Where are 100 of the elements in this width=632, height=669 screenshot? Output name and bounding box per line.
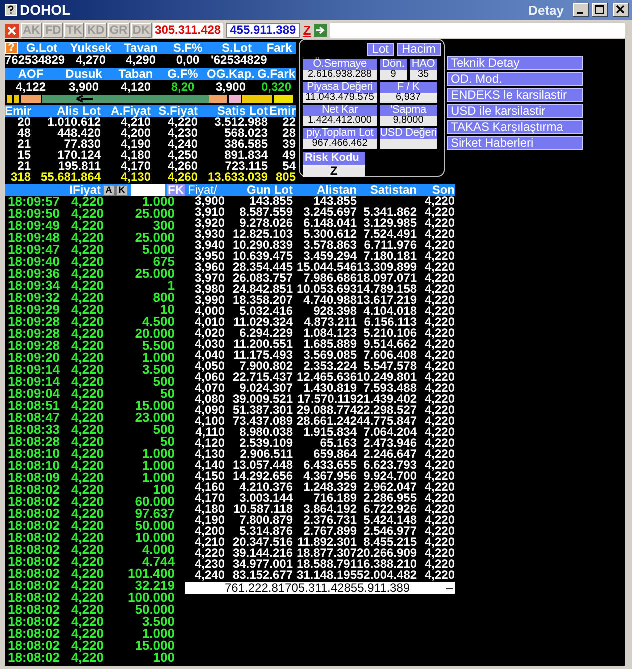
table-cell-text: 9.514.662 — [362, 339, 417, 350]
menu-item[interactable]: Sirket Haberleri — [447, 136, 583, 150]
table-cell: 18.097.071 — [357, 273, 417, 284]
table-cell-text: 4.740.988 — [304, 295, 357, 306]
close-icon[interactable] — [613, 3, 629, 17]
column-header: A.Fiyat — [110, 105, 151, 117]
trade-lot: 25.000 — [134, 208, 175, 220]
table-cell-text: 448.420 — [58, 128, 101, 139]
column-header: Yuksek — [69, 42, 113, 54]
mode-button[interactable]: Lot — [367, 43, 394, 56]
field-value: 9,8000 — [380, 116, 437, 126]
table-cell-text: 6.722.926 — [362, 504, 417, 515]
field-label: F / K — [380, 82, 437, 93]
filter-field[interactable] — [131, 184, 165, 196]
trade-price: 4,220 — [70, 460, 104, 472]
trade-price: 4,220 — [70, 568, 104, 580]
field-label: HAO — [410, 59, 437, 70]
trade-lot: 1.000 — [141, 472, 175, 484]
trade-lot: 50.000 — [135, 604, 175, 616]
trade-time: 18:09:32 — [8, 292, 62, 304]
summary-value: 762534829 — [5, 54, 65, 67]
table-cell: 44.775.847 — [357, 416, 417, 427]
table-cell-text: 4,220 — [424, 273, 455, 284]
table-cell-text: 4,220 — [424, 383, 455, 394]
column-header: Dusuk — [64, 68, 104, 80]
trade-time: 18:09:14 — [8, 376, 62, 388]
summary-value: 4,270 — [74, 54, 108, 67]
table-cell-text: 4,220 — [424, 471, 455, 482]
column-header: G.Fark — [257, 68, 296, 80]
table-cell-text: 3,990 — [194, 295, 225, 306]
table-cell-text: 4.367.956 — [302, 471, 357, 482]
filter-button[interactable]: K — [116, 184, 128, 196]
table-cell-text: 143.855 — [250, 196, 293, 207]
table-cell-text: 10.053.693 — [296, 284, 357, 295]
trade-lot: 10 — [160, 304, 175, 316]
filter-button[interactable]: FK — [167, 184, 185, 196]
menu-item[interactable]: OD. Mod. — [447, 72, 583, 86]
table-cell-text: 34.977.001 — [232, 559, 293, 570]
arrow-icon[interactable] — [314, 24, 328, 37]
column-header: Fark — [266, 42, 294, 54]
column-header: G.F% — [166, 68, 200, 80]
menu-item[interactable]: ENDEKS le karsilastir — [447, 88, 583, 102]
menu-item[interactable]: Teknik Detay — [447, 56, 583, 70]
table-cell-text: 1.915.834 — [304, 427, 357, 438]
filter-button[interactable]: A — [103, 184, 115, 196]
table-cell-text: 5.341.862 — [362, 207, 417, 218]
table-cell-text: 4,040 — [194, 350, 225, 361]
table-cell-text: 8.587.559 — [238, 207, 293, 218]
table-cell-text: 3,920 — [194, 218, 225, 229]
trade-price: 4,220 — [70, 484, 104, 496]
table-cell-text: 4,220 — [424, 229, 455, 240]
minimize-icon[interactable] — [573, 3, 589, 17]
table-cell-text: 4,220 — [424, 449, 455, 460]
table-cell-text: 5.424.148 — [362, 515, 417, 526]
table-cell-text: 6.156.113 — [364, 317, 417, 328]
trade-lot: 50 — [160, 436, 175, 448]
table-cell-text: 9.924.700 — [362, 471, 417, 482]
trade-lot: 101.400 — [127, 568, 175, 580]
maximize-icon[interactable] — [592, 3, 608, 17]
table-cell-text: 3,940 — [194, 240, 225, 251]
trade-lot: 1 — [168, 280, 175, 292]
trade-time: 18:08:02 — [8, 616, 62, 628]
table-cell-text: 7.986.686 — [304, 273, 357, 284]
table-cell-text: 7.524.491 — [362, 229, 417, 240]
mode-button[interactable]: Hacim — [396, 43, 441, 56]
trade-time: 18:08:02 — [8, 604, 62, 616]
trade-price: 4,220 — [70, 640, 104, 652]
menu-item[interactable]: USD ile karsilastir — [447, 104, 583, 118]
table-cell-text: 7.064.204 — [364, 427, 417, 438]
trade-time: 18:08:10 — [8, 460, 62, 472]
trade-price: 4,220 — [70, 220, 104, 232]
field-value: 11.043.479.575 — [303, 93, 377, 103]
field-label: Net Kar — [303, 105, 377, 116]
risk-button[interactable]: Z — [301, 23, 314, 38]
trade-lot: 1.000 — [141, 460, 175, 472]
trade-price: 4,220 — [70, 556, 104, 568]
table-cell-text: 14.292.656 — [232, 471, 293, 482]
table-cell-text: 4,220 — [424, 559, 455, 570]
table-cell-text: 28.354.445 — [232, 262, 293, 273]
table-cell-text: 5.300.612 — [302, 229, 357, 240]
trade-lot: 3.500 — [141, 364, 175, 376]
column-header: Taban — [118, 68, 154, 80]
table-cell-text: 3,950 — [194, 251, 225, 262]
trade-price: 4,220 — [70, 292, 104, 304]
trade-time: 18:09:57 — [8, 196, 62, 208]
column-header: S.Fiyat — [158, 105, 198, 117]
column-header: S.F% — [172, 42, 204, 54]
trade-time: 18:08:09 — [8, 472, 62, 484]
trade-price: 4,220 — [70, 232, 104, 244]
table-cell-text: 26.083.757 — [232, 273, 293, 284]
table-cell-text: 11.892.301 — [296, 537, 357, 548]
menu-item[interactable]: TAKAS Karşılaştırma — [447, 120, 583, 134]
input-field[interactable] — [330, 23, 625, 38]
help-button[interactable]: ? — [5, 42, 18, 54]
column-header: Fiyat/ — [187, 184, 218, 196]
summary-value: 0,320 — [260, 81, 293, 94]
total-cell-text: 4,130 — [120, 172, 151, 183]
table-cell-text: 18.588.791 — [296, 559, 357, 570]
table-cell-text: 3,900 — [194, 196, 225, 207]
table-cell-text: 4,090 — [194, 405, 225, 416]
